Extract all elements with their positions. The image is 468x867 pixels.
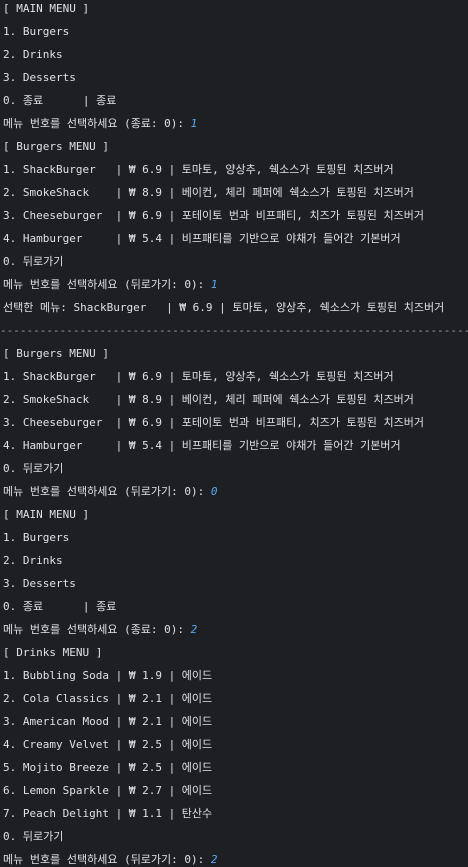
console-line-text: 4. Hamburger | ₩ 5.4 | 비프패티를 기반으로 야채가 들어… bbox=[3, 232, 401, 245]
console-line: 2. Drinks bbox=[3, 48, 63, 62]
console-line: 1. Bubbling Soda | ₩ 1.9 | 에이드 bbox=[3, 669, 212, 683]
console-line-text: [ MAIN MENU ] bbox=[3, 508, 90, 521]
console-line-text: 3. Desserts bbox=[3, 577, 76, 590]
console-line-text: 4. Creamy Velvet | ₩ 2.5 | 에이드 bbox=[3, 738, 213, 751]
console-line-text: 메뉴 번호를 선택하세요 (뒤로가기: 0): bbox=[3, 485, 211, 498]
user-input-value: 2 bbox=[210, 853, 218, 866]
console-line: 4. Hamburger | ₩ 5.4 | 비프패티를 기반으로 야채가 들어… bbox=[3, 232, 401, 246]
console-line: 0. 종료 | 종료 bbox=[3, 94, 116, 108]
console-line-text: 0. 뒤로가기 bbox=[3, 255, 64, 268]
prompt-line: 메뉴 번호를 선택하세요 (종료: 0): 2 bbox=[3, 623, 197, 637]
prompt-line: 메뉴 번호를 선택하세요 (뒤로가기: 0): 0 bbox=[3, 485, 218, 499]
console-line: 4. Creamy Velvet | ₩ 2.5 | 에이드 bbox=[3, 738, 212, 752]
console-line: 6. Lemon Sparkle | ₩ 2.7 | 에이드 bbox=[3, 784, 212, 798]
console-line-text: 선택한 메뉴: ShackBurger | ₩ 6.9 | 토마토, 양상추, … bbox=[3, 301, 445, 314]
console-line: 선택한 메뉴: ShackBurger | ₩ 6.9 | 토마토, 양상추, … bbox=[3, 301, 444, 315]
console-line-text: 0. 종료 | 종료 bbox=[3, 94, 117, 107]
console-line: 0. 뒤로가기 bbox=[3, 830, 63, 844]
console-line-text: 5. Mojito Breeze | ₩ 2.5 | 에이드 bbox=[3, 761, 213, 774]
console-line: 3. Desserts bbox=[3, 71, 76, 85]
user-input-value: 2 bbox=[190, 623, 198, 636]
console-line-text: 2. Drinks bbox=[3, 48, 63, 61]
console-line: 3. American Mood | ₩ 2.1 | 에이드 bbox=[3, 715, 212, 729]
console-line-text: 2. SmokeShack | ₩ 8.9 | 베이컨, 체리 페퍼에 쉑소스가… bbox=[3, 393, 414, 406]
console-line: 3. Desserts bbox=[3, 577, 76, 591]
user-input-value: 1 bbox=[210, 278, 218, 291]
console-line: 1. ShackBurger | ₩ 6.9 | 토마토, 양상추, 쉑소스가 … bbox=[3, 370, 394, 384]
console-line: [ MAIN MENU ] bbox=[3, 2, 89, 16]
separator-text: ----------------------------------------… bbox=[0, 324, 468, 337]
separator-line: ----------------------------------------… bbox=[0, 324, 468, 338]
console-line: 3. Cheeseburger | ₩ 6.9 | 포테이토 번과 비프패티, … bbox=[3, 209, 424, 223]
console-line: 0. 뒤로가기 bbox=[3, 462, 63, 476]
console-line-text: 0. 종료 | 종료 bbox=[3, 600, 117, 613]
user-input-value: 1 bbox=[190, 117, 198, 130]
console-line-text: 7. Peach Delight | ₩ 1.1 | 탄산수 bbox=[3, 807, 213, 820]
console-line-text: 메뉴 번호를 선택하세요 (뒤로가기: 0): bbox=[3, 278, 211, 291]
console-line: 1. Burgers bbox=[3, 25, 69, 39]
user-input-value: 0 bbox=[210, 485, 218, 498]
console-line-text: 1. Burgers bbox=[3, 25, 70, 38]
console-line-text: 3. Desserts bbox=[3, 71, 76, 84]
console-line-text: 1. Bubbling Soda | ₩ 1.9 | 에이드 bbox=[3, 669, 213, 682]
console-line: 2. SmokeShack | ₩ 8.9 | 베이컨, 체리 페퍼에 쉑소스가… bbox=[3, 393, 414, 407]
console-line-text: 0. 뒤로가기 bbox=[3, 462, 64, 475]
console-line-text: [ Drinks MENU ] bbox=[3, 646, 103, 659]
console-line-text: 메뉴 번호를 선택하세요 (종료: 0): bbox=[3, 623, 191, 636]
console-line-text: [ Burgers MENU ] bbox=[3, 347, 109, 360]
console-line: 7. Peach Delight | ₩ 1.1 | 탄산수 bbox=[3, 807, 212, 821]
console-line: 0. 종료 | 종료 bbox=[3, 600, 116, 614]
console-line-text: 6. Lemon Sparkle | ₩ 2.7 | 에이드 bbox=[3, 784, 213, 797]
console-line-text: 3. American Mood | ₩ 2.1 | 에이드 bbox=[3, 715, 213, 728]
console-line-text: 0. 뒤로가기 bbox=[3, 830, 64, 843]
console-output[interactable]: [ MAIN MENU ] 1. Burgers 2. Drinks 3. Desse… bbox=[0, 0, 468, 867]
console-line-text: 3. Cheeseburger | ₩ 6.9 | 포테이토 번과 비프패티, … bbox=[3, 416, 424, 429]
console-line-text: 2. Cola Classics | ₩ 2.1 | 에이드 bbox=[3, 692, 213, 705]
console-line: [ MAIN MENU ] bbox=[3, 508, 89, 522]
console-line-text: 4. Hamburger | ₩ 5.4 | 비프패티를 기반으로 야채가 들어… bbox=[3, 439, 401, 452]
console-line: 1. ShackBurger | ₩ 6.9 | 토마토, 양상추, 쉑소스가 … bbox=[3, 163, 394, 177]
console-line: 2. SmokeShack | ₩ 8.9 | 베이컨, 체리 페퍼에 쉑소스가… bbox=[3, 186, 414, 200]
console-line: 0. 뒤로가기 bbox=[3, 255, 63, 269]
console-line: [ Drinks MENU ] bbox=[3, 646, 102, 660]
console-line-text: 1. ShackBurger | ₩ 6.9 | 토마토, 양상추, 쉑소스가 … bbox=[3, 163, 394, 176]
console-line: 4. Hamburger | ₩ 5.4 | 비프패티를 기반으로 야채가 들어… bbox=[3, 439, 401, 453]
console-line-text: 2. Drinks bbox=[3, 554, 63, 567]
console-line-text: 1. ShackBurger | ₩ 6.9 | 토마토, 양상추, 쉑소스가 … bbox=[3, 370, 394, 383]
console-line-text: 1. Burgers bbox=[3, 531, 70, 544]
console-line: 3. Cheeseburger | ₩ 6.9 | 포테이토 번과 비프패티, … bbox=[3, 416, 424, 430]
console-line-text: 2. SmokeShack | ₩ 8.9 | 베이컨, 체리 페퍼에 쉑소스가… bbox=[3, 186, 414, 199]
console-line-text: [ Burgers MENU ] bbox=[3, 140, 109, 153]
prompt-line: 메뉴 번호를 선택하세요 (뒤로가기: 0): 2 bbox=[3, 853, 218, 867]
console-line: [ Burgers MENU ] bbox=[3, 347, 109, 361]
console-line: [ Burgers MENU ] bbox=[3, 140, 109, 154]
console-line: 1. Burgers bbox=[3, 531, 69, 545]
console-line-text: 메뉴 번호를 선택하세요 (뒤로가기: 0): bbox=[3, 853, 211, 866]
console-line-text: 메뉴 번호를 선택하세요 (종료: 0): bbox=[3, 117, 191, 130]
console-line-text: [ MAIN MENU ] bbox=[3, 2, 90, 15]
console-line: 2. Drinks bbox=[3, 554, 63, 568]
console-line: 2. Cola Classics | ₩ 2.1 | 에이드 bbox=[3, 692, 212, 706]
prompt-line: 메뉴 번호를 선택하세요 (종료: 0): 1 bbox=[3, 117, 197, 131]
console-line: 5. Mojito Breeze | ₩ 2.5 | 에이드 bbox=[3, 761, 212, 775]
prompt-line: 메뉴 번호를 선택하세요 (뒤로가기: 0): 1 bbox=[3, 278, 218, 292]
console-line-text: 3. Cheeseburger | ₩ 6.9 | 포테이토 번과 비프패티, … bbox=[3, 209, 424, 222]
